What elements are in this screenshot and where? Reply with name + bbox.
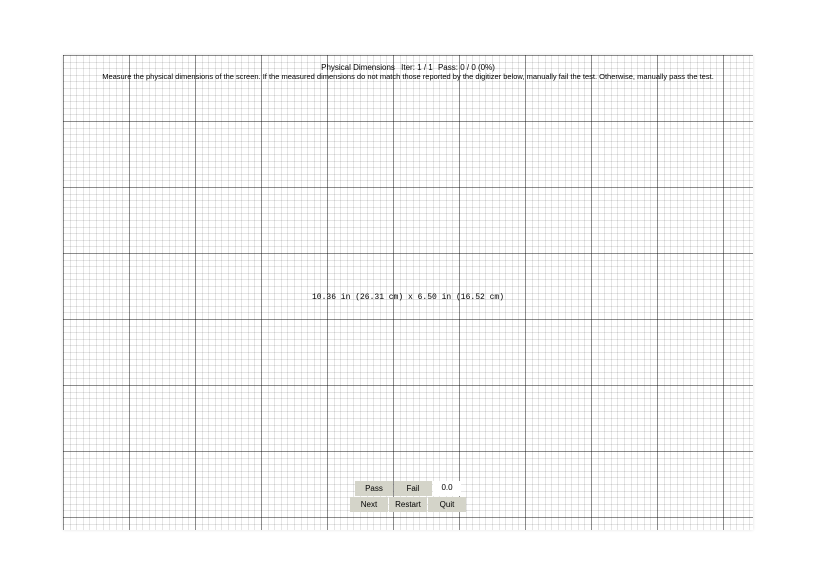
next-button[interactable]: Next xyxy=(350,497,388,512)
restart-button[interactable]: Restart xyxy=(389,497,427,512)
quit-button[interactable]: Quit xyxy=(428,497,466,512)
pass-button[interactable]: Pass xyxy=(355,481,393,496)
iteration-label: Iter: 1 / 1 xyxy=(401,63,433,72)
test-page: Physical Dimensions Iter: 1 / 1 Pass: 0 … xyxy=(63,55,753,530)
test-title: Physical Dimensions xyxy=(321,63,395,72)
fail-button[interactable]: Fail xyxy=(394,481,432,496)
pass-count-label: Pass: 0 / 0 (0%) xyxy=(438,63,495,72)
control-row-2: Next Restart Quit xyxy=(350,497,466,512)
header-line: Physical Dimensions Iter: 1 / 1 Pass: 0 … xyxy=(63,63,753,72)
dimensions-readout: 10.36 in (26.31 cm) x 6.50 in (16.52 cm) xyxy=(63,293,753,302)
value-display: 0.0 xyxy=(433,481,461,496)
control-panel: Pass Fail 0.0 Next Restart Quit xyxy=(63,481,753,512)
control-row-1: Pass Fail 0.0 xyxy=(355,481,461,496)
instructions-text: Measure the physical dimensions of the s… xyxy=(63,72,753,81)
